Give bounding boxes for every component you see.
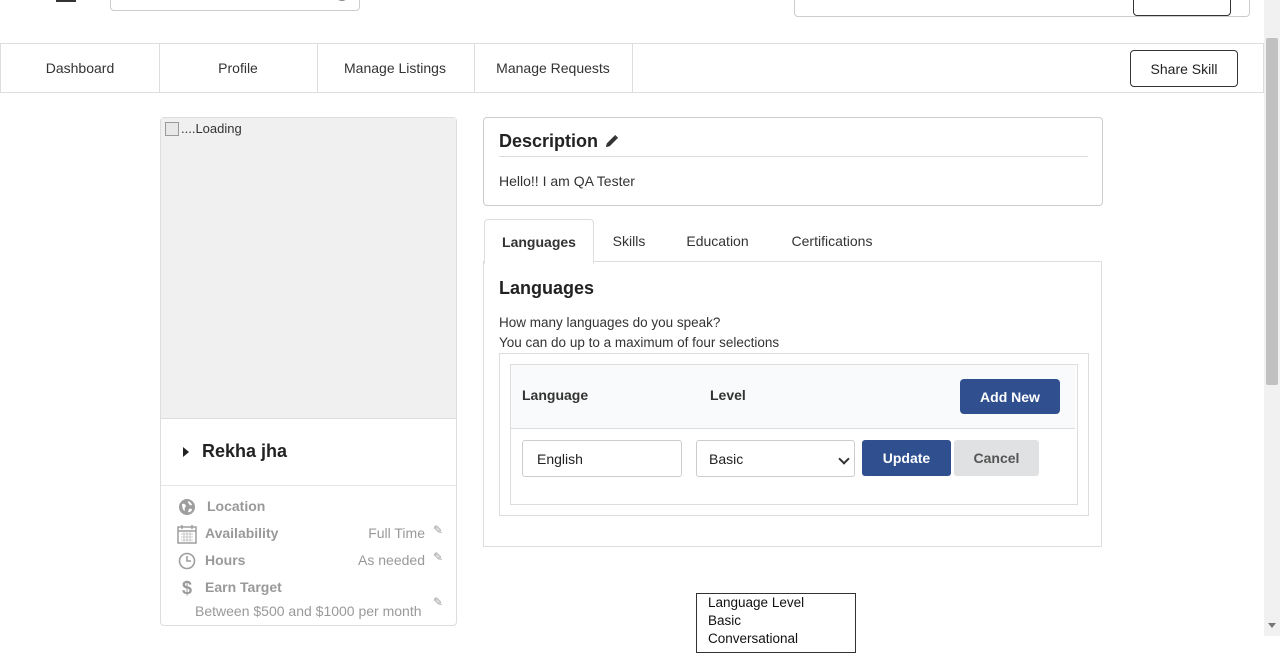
languages-question: How many languages do you speak? <box>499 315 721 330</box>
languages-table-wrapper: Language Level Add New English Basic Upd… <box>499 353 1089 516</box>
nav-item-manage-requests[interactable]: Manage Requests <box>474 44 633 92</box>
languages-table: Language Level Add New English Basic Upd… <box>510 364 1078 505</box>
earn-target-value: Between $500 and $1000 per month <box>195 603 422 619</box>
languages-hint: You can do up to a maximum of four selec… <box>499 335 780 350</box>
top-right-button[interactable] <box>1133 0 1231 16</box>
description-divider <box>499 156 1088 157</box>
scrollbar-thumb[interactable] <box>1266 38 1278 385</box>
edit-earn-target-icon[interactable]: ✎ <box>433 595 443 609</box>
language-level-selected: Basic <box>709 450 744 467</box>
languages-title: Languages <box>499 278 595 298</box>
profile-name-toggle[interactable]: Rekha jha <box>161 418 456 486</box>
tab-education[interactable]: Education <box>675 219 760 262</box>
hours-value: As needed <box>358 552 425 568</box>
broken-image-icon <box>165 121 179 136</box>
nav-item-profile[interactable]: Profile <box>159 44 318 92</box>
column-header-level: Level <box>710 387 746 403</box>
dropdown-option-basic[interactable]: Basic <box>708 613 741 628</box>
language-input[interactable]: English <box>522 440 682 477</box>
profile-name: Rekha jha <box>202 441 288 461</box>
edit-hours-icon[interactable]: ✎ <box>433 550 443 564</box>
photo-loading-label: ....Loading <box>181 121 242 136</box>
globe-icon <box>177 497 197 517</box>
edit-availability-icon[interactable]: ✎ <box>433 523 443 537</box>
earn-target-row: $ Earn Target Between $500 and $1000 per… <box>177 577 447 625</box>
tab-certifications[interactable]: Certifications <box>777 219 887 262</box>
languages-table-header: Language Level Add New <box>511 365 1075 429</box>
description-text: Hello!! I am QA Tester <box>499 173 635 189</box>
edit-description-icon[interactable] <box>604 134 619 149</box>
top-header-text-fragment <box>56 0 76 2</box>
availability-label: Availability <box>205 525 279 541</box>
calendar-icon <box>177 524 197 544</box>
add-new-language-button[interactable]: Add New <box>960 379 1060 414</box>
share-skill-button[interactable]: Share Skill <box>1130 50 1238 87</box>
location-row: Location <box>177 496 447 518</box>
chevron-down-icon <box>838 453 850 465</box>
description-header: Description <box>499 131 619 152</box>
photo-alt-text: ....Loading <box>165 121 242 136</box>
update-language-button[interactable]: Update <box>862 440 951 476</box>
tab-languages[interactable]: Languages <box>484 219 594 264</box>
search-icon <box>335 0 349 1</box>
hours-label: Hours <box>205 552 246 568</box>
description-card: Description Hello!! I am QA Tester <box>483 117 1103 206</box>
nav-item-dashboard[interactable]: Dashboard <box>1 44 160 92</box>
dropdown-option-language-level[interactable]: Language Level <box>708 595 804 610</box>
column-header-language: Language <box>522 387 589 403</box>
nav-item-manage-listings[interactable]: Manage Listings <box>316 44 475 92</box>
clock-icon <box>177 551 197 571</box>
profile-photo: ....Loading <box>161 118 456 419</box>
language-level-dropdown: Language Level Basic Conversational <box>696 593 856 653</box>
location-label: Location <box>207 498 266 514</box>
languages-panel: Languages How many languages do you spea… <box>483 261 1102 547</box>
page-scrollbar[interactable] <box>1264 0 1280 636</box>
hours-row: Hours As needed ✎ <box>177 550 447 572</box>
search-input[interactable] <box>110 0 360 11</box>
profile-card: ....Loading Rekha jha Location Availabil… <box>160 117 457 626</box>
language-input-value: English <box>537 450 583 467</box>
language-level-select[interactable]: Basic <box>696 440 855 477</box>
cancel-language-button[interactable]: Cancel <box>954 440 1039 476</box>
dropdown-option-conversational[interactable]: Conversational <box>708 631 798 646</box>
main-navbar: Dashboard Profile Manage Listings Manage… <box>0 43 1264 93</box>
dollar-icon: $ <box>181 577 192 598</box>
top-right-panel <box>794 0 1250 17</box>
description-title: Description <box>499 131 599 151</box>
scroll-down-arrow-icon[interactable] <box>1268 623 1276 628</box>
availability-value: Full Time <box>368 525 425 541</box>
caret-right-icon <box>183 446 189 457</box>
earn-target-label: Earn Target <box>205 579 282 595</box>
tab-skills[interactable]: Skills <box>600 219 658 262</box>
availability-row: Availability Full Time ✎ <box>177 523 447 545</box>
